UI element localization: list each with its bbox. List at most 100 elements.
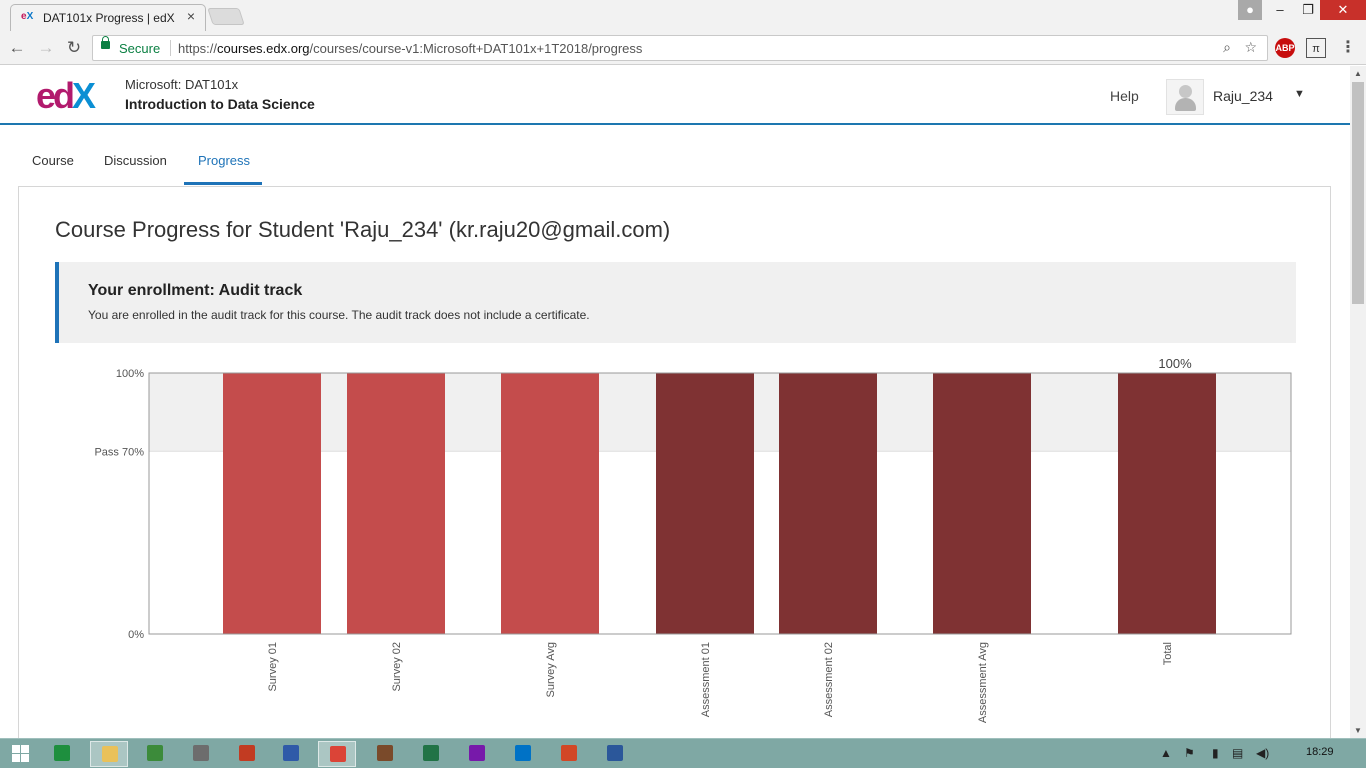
taskbar-app[interactable] bbox=[136, 741, 174, 767]
bar-assessment-01 bbox=[656, 373, 754, 634]
bar-survey-01 bbox=[223, 373, 321, 634]
x-tick-label: Survey 01 bbox=[267, 642, 279, 692]
file-explorer-icon bbox=[102, 746, 118, 762]
omnibox-separator bbox=[170, 40, 171, 56]
taskbar-app[interactable] bbox=[458, 741, 496, 767]
monitor-icon bbox=[283, 745, 299, 761]
battery-icon[interactable]: ▮ bbox=[1212, 746, 1219, 760]
taskbar-app[interactable] bbox=[412, 741, 450, 767]
taskbar-app[interactable] bbox=[366, 741, 404, 767]
browser-tab[interactable]: eX DAT101x Progress | edX × bbox=[10, 4, 206, 31]
site-header: edX Microsoft: DAT101x Introduction to D… bbox=[0, 66, 1350, 125]
volume-icon[interactable]: ◀) bbox=[1256, 746, 1269, 760]
y-tick-label: 0% bbox=[128, 629, 144, 641]
network-tool-icon bbox=[193, 745, 209, 761]
avatar bbox=[1166, 79, 1204, 115]
reload-icon[interactable]: ↻ bbox=[63, 38, 85, 58]
username: Raju_234 bbox=[1213, 88, 1273, 104]
page-title: Course Progress for Student 'Raju_234' (… bbox=[55, 217, 671, 242]
x-tick-label: Assessment Avg bbox=[977, 642, 989, 723]
taskbar-app[interactable] bbox=[90, 741, 128, 767]
scroll-down-icon[interactable]: ▼ bbox=[1354, 726, 1362, 735]
bar-survey-02 bbox=[347, 373, 445, 634]
action-center-icon[interactable]: ⚑ bbox=[1184, 746, 1195, 760]
taskbar-app[interactable] bbox=[228, 741, 266, 767]
url-text[interactable]: https://courses.edx.org/courses/course-v… bbox=[178, 41, 642, 56]
taskbar: ▲ ⚑ ▮ ▤ ◀) 18:29 bbox=[0, 738, 1366, 768]
onenote-icon bbox=[469, 745, 485, 761]
page-content: edX Microsoft: DAT101x Introduction to D… bbox=[0, 66, 1350, 738]
extension-icon[interactable]: π bbox=[1306, 38, 1326, 58]
forward-arrow-icon[interactable]: → bbox=[35, 38, 57, 58]
tab-course[interactable]: Course bbox=[32, 153, 74, 168]
adblock-icon[interactable]: ABP bbox=[1275, 38, 1295, 58]
x-tick-label: Assessment 01 bbox=[700, 642, 712, 717]
page-scrollbar[interactable]: ▲ ▼ bbox=[1350, 66, 1366, 738]
user-menu[interactable]: Raju_234 ▼ bbox=[1166, 79, 1312, 115]
browser-tabstrip: eX DAT101x Progress | edX × ● – ❐ ✕ bbox=[0, 0, 1366, 31]
excel-icon bbox=[423, 745, 439, 761]
address-bar[interactable]: Secure https://courses.edx.org/courses/c… bbox=[92, 35, 1268, 61]
tab-title: DAT101x Progress | edX bbox=[43, 11, 175, 25]
scroll-up-icon[interactable]: ▲ bbox=[1354, 69, 1362, 78]
clock[interactable]: 18:29 bbox=[1306, 746, 1334, 758]
browser-toolbar: ← → ↻ Secure https://courses.edx.org/cou… bbox=[0, 31, 1366, 65]
pdf-reader-icon bbox=[239, 745, 255, 761]
network-icon[interactable]: ▤ bbox=[1232, 746, 1243, 760]
taskbar-app[interactable] bbox=[550, 741, 588, 767]
favicon-x: X bbox=[26, 11, 34, 22]
course-tabs: Course Discussion Progress bbox=[0, 146, 1350, 186]
bar-assessment-02 bbox=[779, 373, 877, 634]
minimize-icon[interactable]: – bbox=[1266, 0, 1294, 20]
url-host: courses.edx.org bbox=[217, 41, 310, 56]
back-arrow-icon[interactable]: ← bbox=[6, 38, 28, 58]
word-icon bbox=[607, 745, 623, 761]
powerpoint-icon bbox=[561, 745, 577, 761]
x-tick-label: Survey 02 bbox=[391, 642, 403, 692]
star-icon[interactable]: ☆ bbox=[1244, 39, 1257, 56]
excel-green-icon bbox=[54, 745, 70, 761]
tab-progress[interactable]: Progress bbox=[198, 153, 250, 168]
maximize-icon[interactable]: ❐ bbox=[1294, 0, 1322, 20]
logo-ed: ed bbox=[36, 75, 75, 116]
scrollbar-thumb[interactable] bbox=[1352, 82, 1364, 304]
windows-start-icon[interactable] bbox=[12, 745, 30, 763]
help-link[interactable]: Help bbox=[1110, 88, 1139, 104]
enrollment-message: You are enrolled in the audit track for … bbox=[88, 308, 590, 322]
x-tick-label: Survey Avg bbox=[545, 642, 557, 697]
url-path: /courses/course-v1:Microsoft+DAT101x+1T2… bbox=[309, 41, 643, 56]
new-tab-button[interactable] bbox=[207, 8, 245, 25]
system-tray: ▲ ⚑ ▮ ▤ ◀) bbox=[1160, 746, 1280, 762]
tab-close-icon[interactable]: × bbox=[187, 8, 195, 24]
course-org: Microsoft: DAT101x bbox=[125, 77, 239, 92]
taskbar-app[interactable] bbox=[272, 741, 310, 767]
secure-label: Secure bbox=[119, 41, 161, 56]
taskbar-app[interactable] bbox=[182, 741, 220, 767]
bar-total bbox=[1118, 373, 1216, 634]
enrollment-notice: Your enrollment: Audit track You are enr… bbox=[55, 262, 1296, 343]
profile-icon[interactable]: ● bbox=[1238, 0, 1262, 20]
tray-up-arrow-icon[interactable]: ▲ bbox=[1160, 746, 1172, 760]
avatar-head bbox=[1179, 85, 1192, 98]
taskbar-app[interactable] bbox=[596, 741, 634, 767]
avatar-body bbox=[1175, 98, 1196, 111]
taskbar-app[interactable] bbox=[504, 741, 542, 767]
outlook-icon bbox=[515, 745, 531, 761]
taskbar-app[interactable] bbox=[318, 741, 356, 767]
menu-icon[interactable]: ⋮ bbox=[1338, 38, 1358, 58]
bar-assessment-avg bbox=[933, 373, 1031, 634]
y-tick-label: Pass 70% bbox=[94, 446, 144, 458]
downloader-icon bbox=[147, 745, 163, 761]
chevron-down-icon[interactable]: ▼ bbox=[1294, 88, 1305, 100]
bar-survey-avg bbox=[501, 373, 599, 634]
edx-favicon-icon: eX bbox=[21, 11, 33, 22]
logo-x: X bbox=[72, 75, 96, 116]
edx-logo[interactable]: edX bbox=[36, 75, 96, 116]
lock-icon bbox=[101, 36, 110, 49]
taskbar-app[interactable] bbox=[43, 741, 81, 767]
close-window-icon[interactable]: ✕ bbox=[1320, 0, 1366, 20]
tab-discussion[interactable]: Discussion bbox=[104, 153, 167, 168]
course-name: Introduction to Data Science bbox=[125, 96, 315, 112]
media-app-icon bbox=[377, 745, 393, 761]
zoom-icon[interactable]: ⌕ bbox=[1223, 39, 1231, 56]
